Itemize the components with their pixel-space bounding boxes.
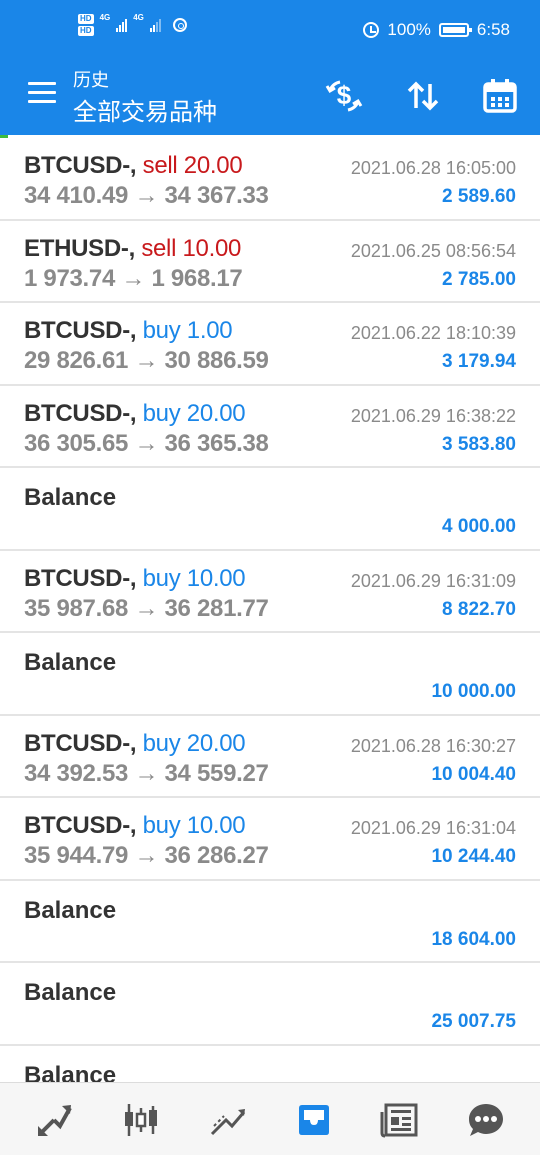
- trade-datetime: 2021.06.29 16:31:04: [350, 818, 516, 838]
- trade-prices: 34 392.53 → 34 559.27: [24, 759, 269, 787]
- network-type-1: 4G: [99, 13, 111, 22]
- balance-amount: 10 000.00: [431, 681, 516, 702]
- quotes-icon[interactable]: [32, 1098, 76, 1142]
- trade-icon[interactable]: [206, 1098, 250, 1142]
- trade-row[interactable]: BTCUSD-, buy 10.00 35 987.68 → 36 281.77 2…: [0, 551, 540, 633]
- trade-side-volume: buy 10.00: [142, 812, 246, 839]
- hd-badges: HD HD: [78, 14, 94, 36]
- history-icon[interactable]: [292, 1098, 336, 1142]
- balance-row[interactable]: Balance 18 604.00: [0, 881, 540, 963]
- trade-symbol: BTCUSD-,: [24, 399, 143, 427]
- trade-title: BTCUSD-, buy 20.00: [24, 399, 246, 428]
- clock: 6:58: [476, 20, 510, 39]
- trade-row[interactable]: BTCUSD-, sell 20.00 34 410.49 → 34 367.33…: [0, 138, 540, 221]
- trade-row[interactable]: BTCUSD-, buy 10.00 35 944.79 → 36 286.27 2…: [0, 798, 540, 881]
- battery-icon: [438, 23, 472, 37]
- balance-row[interactable]: Balance 25 007.75: [0, 963, 540, 1046]
- trade-profit: 10 004.40: [431, 763, 516, 785]
- balance-label: Balance: [24, 1061, 117, 1083]
- calendar-icon[interactable]: [478, 74, 522, 118]
- trade-prices: 1 973.74 → 1 968.17: [24, 264, 243, 292]
- menu-icon[interactable]: [28, 82, 56, 104]
- trade-profit: 3 583.80: [442, 433, 516, 455]
- trade-side-volume: buy 1.00: [142, 317, 233, 344]
- trade-symbol: BTCUSD-,: [24, 729, 143, 757]
- trade-prices: 29 826.61 → 30 886.59: [24, 347, 269, 374]
- trade-prices: 36 305.65 → 36 365.38: [24, 429, 269, 457]
- sort-icon[interactable]: [401, 74, 445, 118]
- trade-side-volume: sell 20.00: [142, 152, 243, 179]
- nfc-icon: [172, 18, 187, 32]
- history-list[interactable]: BTCUSD-, sell 20.00 34 410.49 → 34 367.33…: [0, 138, 540, 1082]
- balance-amount: 25 007.75: [431, 1011, 516, 1032]
- trade-side-volume: sell 10.00: [141, 234, 242, 262]
- trade-side-volume: buy 10.00: [142, 564, 246, 592]
- trade-prices: 35 987.68 → 36 281.77: [24, 594, 269, 622]
- balance-row[interactable]: Balance 4 000.00: [0, 468, 540, 551]
- page-title: 历史: [73, 70, 109, 90]
- trade-datetime: 2021.06.29 16:38:22: [350, 405, 516, 426]
- trade-row[interactable]: BTCUSD-, buy 20.00 34 392.53 → 34 559.27 2…: [0, 716, 540, 798]
- svg-text:$: $: [337, 80, 352, 110]
- trade-title: BTCUSD-, buy 20.00: [24, 729, 246, 758]
- trade-row[interactable]: ETHUSD-, sell 10.00 1 973.74 → 1 968.17 20…: [0, 221, 540, 303]
- trade-profit: 2 589.60: [442, 186, 516, 207]
- trade-datetime: 2021.06.25 08:56:54: [350, 240, 516, 261]
- trade-datetime: 2021.06.28 16:05:00: [350, 158, 516, 178]
- signal-2-icon: [149, 18, 161, 32]
- balance-label: Balance: [24, 484, 117, 511]
- trade-datetime: 2021.06.28 16:30:27: [350, 735, 516, 756]
- status-right: 100% 6:58: [363, 20, 510, 40]
- trade-datetime: 2021.06.22 18:10:39: [350, 323, 516, 343]
- symbol-filter[interactable]: 全部交易品种: [73, 92, 217, 127]
- trade-prices: 35 944.79 → 36 286.27: [24, 842, 269, 869]
- trade-title: BTCUSD-, buy 10.00: [24, 564, 246, 593]
- balance-label: Balance: [24, 649, 117, 676]
- trade-profit: 3 179.94: [442, 351, 516, 372]
- status-left: HD HD 4G 4G: [78, 14, 187, 36]
- balance-amount: 18 604.00: [431, 928, 516, 950]
- chat-icon[interactable]: [464, 1098, 508, 1142]
- battery-percent: 100%: [387, 20, 431, 39]
- trade-symbol: BTCUSD-,: [24, 152, 143, 179]
- network-type-2: 4G: [133, 13, 144, 22]
- balance-label: Balance: [24, 896, 117, 924]
- balance-row[interactable]: Balance: [0, 1046, 540, 1083]
- signal-1-icon: [116, 18, 128, 32]
- trade-symbol: BTCUSD-,: [24, 317, 143, 344]
- chart-icon[interactable]: [119, 1098, 163, 1142]
- trade-prices: 34 410.49 → 34 367.33: [24, 182, 269, 209]
- hd-badge-1: HD: [78, 14, 94, 24]
- trade-title: BTCUSD-, buy 10.00: [24, 812, 246, 840]
- status-bar: HD HD 4G 4G 100% 6:58: [0, 0, 540, 60]
- bottom-nav: [0, 1082, 540, 1155]
- trade-row[interactable]: BTCUSD-, buy 20.00 36 305.65 → 36 365.38 2…: [0, 386, 540, 468]
- dollar-swap-icon[interactable]: $: [322, 74, 366, 118]
- balance-label: Balance: [24, 979, 117, 1006]
- trade-profit: 10 244.40: [431, 846, 516, 867]
- trade-profit: 8 822.70: [442, 598, 516, 620]
- trade-title: BTCUSD-, sell 20.00: [24, 152, 243, 180]
- trade-symbol: ETHUSD-,: [24, 234, 142, 262]
- trade-symbol: BTCUSD-,: [24, 812, 143, 839]
- hd-badge-2: HD: [78, 26, 94, 36]
- app-bar: 历史 全部交易品种 $: [0, 60, 540, 135]
- news-icon[interactable]: [378, 1098, 422, 1142]
- trade-side-volume: buy 20.00: [142, 399, 246, 427]
- alarm-icon: [363, 22, 380, 38]
- trade-title: BTCUSD-, buy 1.00: [24, 317, 233, 345]
- balance-row[interactable]: Balance 10 000.00: [0, 633, 540, 716]
- trade-title: ETHUSD-, sell 10.00: [24, 235, 241, 263]
- trade-symbol: BTCUSD-,: [24, 564, 143, 592]
- trade-row[interactable]: BTCUSD-, buy 1.00 29 826.61 → 30 886.59 20…: [0, 303, 540, 386]
- trade-side-volume: buy 20.00: [142, 729, 246, 757]
- trade-datetime: 2021.06.29 16:31:09: [350, 570, 516, 591]
- trade-profit: 2 785.00: [442, 268, 516, 290]
- balance-amount: 4 000.00: [442, 516, 516, 537]
